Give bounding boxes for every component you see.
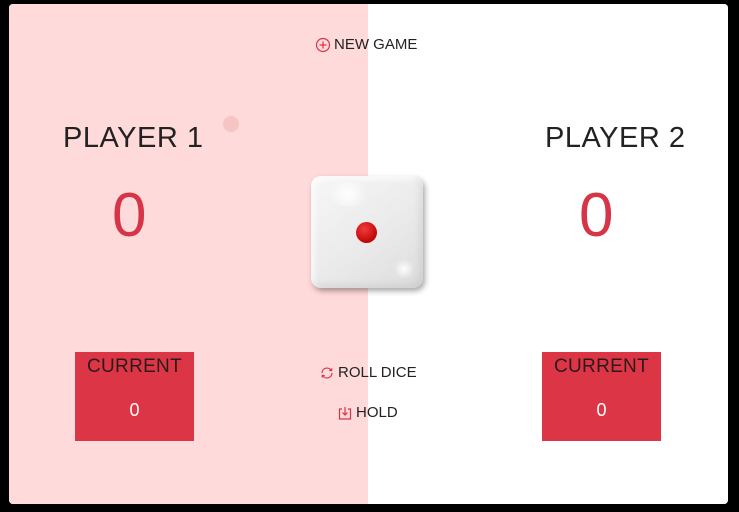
player-2-name: PLAYER 2 bbox=[545, 122, 686, 154]
game-wrapper: PLAYER 1 0 CURRENT 0 PLAYER 2 0 CURRENT … bbox=[9, 4, 728, 504]
player-2-score: 0 bbox=[579, 181, 614, 250]
plus-circle-icon bbox=[315, 37, 331, 53]
download-icon bbox=[337, 405, 353, 421]
player-1-name: PLAYER 1 bbox=[63, 122, 204, 154]
player-2-current-box: CURRENT 0 bbox=[542, 352, 661, 441]
decorative-dot bbox=[223, 116, 239, 132]
player-2-current-label: CURRENT bbox=[554, 356, 649, 377]
player-1-score: 0 bbox=[112, 181, 147, 250]
dice bbox=[311, 176, 423, 288]
roll-dice-label: ROLL DICE bbox=[338, 364, 417, 381]
player-1-current-score: 0 bbox=[129, 400, 140, 420]
hold-label: HOLD bbox=[356, 404, 398, 421]
player-1-current-box: CURRENT 0 bbox=[75, 352, 194, 441]
player-2-current-score: 0 bbox=[596, 400, 607, 420]
dice-shine-bottom bbox=[393, 260, 415, 278]
new-game-label: NEW GAME bbox=[334, 36, 418, 53]
hold-button[interactable]: HOLD bbox=[337, 404, 398, 421]
dice-pip bbox=[356, 222, 377, 243]
roll-dice-button[interactable]: ROLL DICE bbox=[319, 364, 417, 381]
refresh-icon bbox=[319, 365, 335, 381]
player-1-current-label: CURRENT bbox=[87, 356, 182, 377]
dice-shine-top bbox=[325, 182, 371, 206]
new-game-button[interactable]: NEW GAME bbox=[315, 36, 417, 53]
